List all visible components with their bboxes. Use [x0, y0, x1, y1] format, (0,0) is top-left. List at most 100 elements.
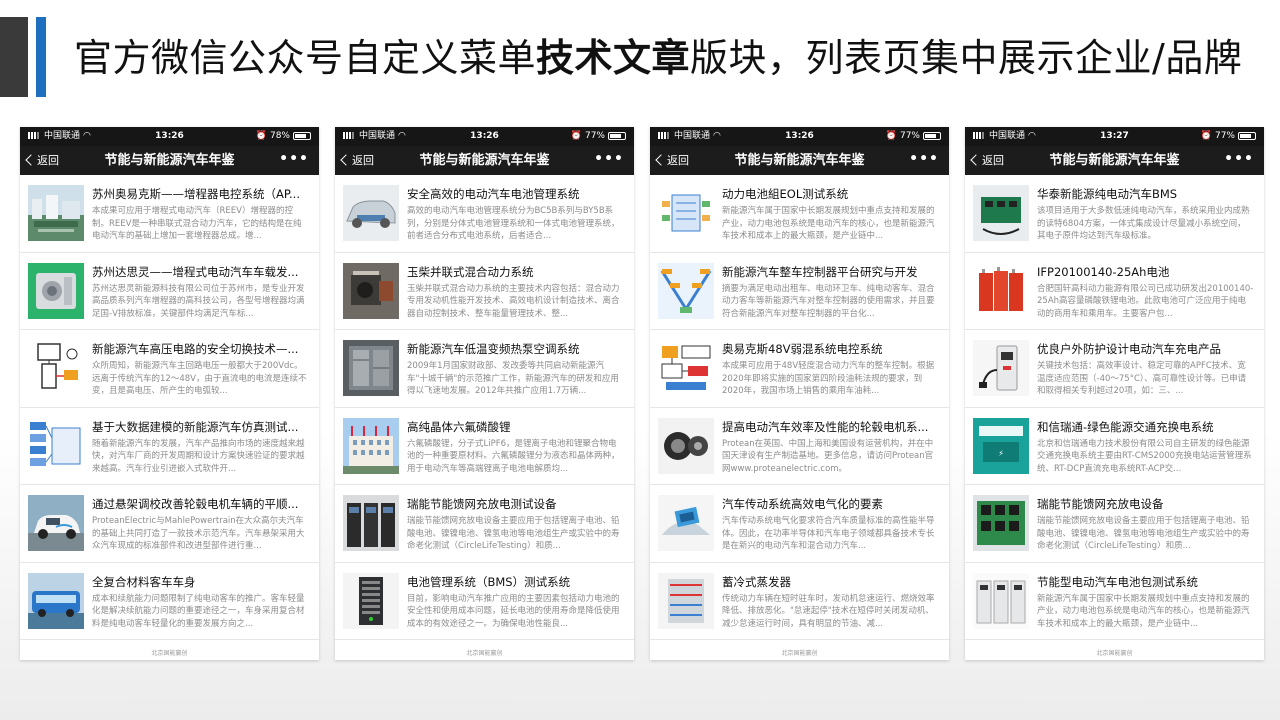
- article-summary: 高效的电动汽车电池管理系统分为BC5B系列与BY5B系列，分别是分体式电池管理系…: [407, 206, 620, 241]
- article-title: 动力电池組EOL测试系统: [722, 187, 849, 201]
- nav-bar: 返回 节能与新能源汽车年鉴 •••: [335, 146, 634, 175]
- article-list-item[interactable]: 瑞能节能馈网充放电设备瑞能节能馈网充放电设备主要应用于包括锂离子电池、铅酸电池、…: [965, 485, 1264, 563]
- article-thumbnail: [973, 495, 1029, 551]
- article-summary: 北京和信瑞通电力技术股份有限公司自主研发的绿色能源交通充换电系统主要由RT-CM…: [1037, 438, 1252, 474]
- article-list-item[interactable]: 瑞能节能馈网充放电测试设备瑞能节能馈网充放电设备主要应用于包括锂离子电池、铅酸电…: [335, 485, 634, 563]
- article-thumbnail: [343, 572, 399, 629]
- article-thumbnail: [343, 417, 399, 474]
- nav-title: 节能与新能源汽车年鉴: [104, 153, 235, 168]
- article-list-item[interactable]: 电池管理系统（BMS）测试系统 目前，影响电动汽车推广应用的主要因素包括动力电池的…: [335, 563, 634, 640]
- article-summary: 随着新能源汽车的发展，汽车产品推向市场的速度越来越快，对汽车厂商的开发周期和设计…: [92, 438, 305, 474]
- article-thumbnail: [658, 417, 714, 474]
- article-list-item[interactable]: 安全高效的电动汽车电池管理系统高效的电动汽车电池管理系统分为BC5B系列与BY5…: [335, 175, 634, 253]
- article-summary: Protean在英国、中国上海和美国设有运营机构，并在中国天津设有生产制造基地。…: [722, 438, 934, 474]
- article-list-item[interactable]: 新能源汽车高压电路的安全切换技术—... 众所周知，新能源汽车主回路电压一般都大于…: [20, 330, 319, 408]
- more-menu-icon[interactable]: •••: [1224, 146, 1254, 173]
- nav-bar: 返回 节能与新能源汽车年鉴 •••: [965, 146, 1264, 175]
- battery-icon: [293, 131, 311, 140]
- article-title: 节能型电动汽车电池包测试系统: [1037, 574, 1198, 589]
- article-title: 电池管理系统（BMS）测试系统: [407, 574, 571, 589]
- article-thumbnail: [973, 185, 1029, 241]
- article-list-item[interactable]: 基于大数据建模的新能源汽车仿真测试... 随着新能源汽车的发展，汽车产品推向市场的…: [20, 408, 319, 485]
- battery-icon: [608, 131, 626, 140]
- status-right: ⏰ 77%: [571, 127, 626, 146]
- alarm-icon: ⏰: [570, 131, 583, 141]
- nav-bar: 返回 节能与新能源汽车年鉴 •••: [20, 146, 319, 175]
- phone-screenshot-2: 中国联通 ◠ 13:26 ⏰ 77% 返回 节能与新能源汽车年鉴 ••• 安全高效的电动汽车电…: [335, 127, 634, 660]
- article-list-item[interactable]: 提高电动汽车效率及性能的轮毂电机系... Protean在英国、中国上海和美国设有…: [650, 408, 949, 485]
- article-thumbnail: [973, 340, 1029, 396]
- article-summary: 合肥国轩高科动力能源有限公司已成功研发出20100140-25Ah高容量磷酸铁锂…: [1037, 283, 1254, 319]
- more-menu-icon[interactable]: •••: [594, 146, 624, 173]
- article-list-item[interactable]: 新能源汽车整车控制器平台研究与开发 摘要为满足电动出租车、电动环卫车、纯电动客车、…: [650, 253, 949, 330]
- article-thumbnail: [28, 417, 84, 474]
- article-list-item[interactable]: 全复合材料客车车身 成本和续航能力问题限制了纯电动客车的推广。客车轻量化是解决续航…: [20, 563, 319, 640]
- article-list-item[interactable]: ⚡ 和信瑞通-绿色能源交通充换电系统 北京和信瑞通电力技术股份有限公司自主研发的绿色…: [965, 408, 1264, 485]
- article-list-item[interactable]: 奥易克斯48V弱混系统电控系统 本成果可应用于48V轻度混合动力汽车的整车控制。根…: [650, 330, 949, 408]
- article-summary: 瑞能节能馈网充放电设备主要应用于包括锂离子电池、铅酸电池、镍镍电池、镍氢电池等电…: [407, 516, 620, 551]
- article-summary: 瑞能节能馈网充放电设备主要应用于包括锂离子电池、铅酸电池、镍镍电池、镍氢电池等电…: [1037, 516, 1250, 551]
- more-menu-icon[interactable]: •••: [279, 146, 309, 173]
- status-right: ⏰ 77%: [886, 127, 941, 146]
- article-title: 瑞能节能馈网充放电设备: [1037, 497, 1164, 511]
- status-right: ⏰ 78%: [256, 127, 311, 146]
- status-bar: 中国联通 ◠ 13:26 ⏰ 78%: [20, 127, 319, 146]
- nav-title: 节能与新能源汽车年鉴: [734, 153, 865, 168]
- phone-screenshot-4: 中国联通 ◠ 13:27 ⏰ 77% 返回 节能与新能源汽车年鉴 ••• 华泰新能源纯电动汽车…: [965, 127, 1264, 660]
- article-title: 提高电动汽车效率及性能的轮毂电机系...: [722, 419, 929, 434]
- article-list-item[interactable]: 玉柴并联式混合动力系统 玉柴并联式混合动力系统的主要技术内容包括：混合动力专用发动…: [335, 253, 634, 330]
- article-thumbnail: [658, 185, 714, 241]
- article-thumbnail: [658, 340, 714, 396]
- article-thumbnail: [28, 262, 84, 319]
- article-title: 基于大数据建模的新能源汽车仿真测试...: [92, 419, 299, 434]
- status-bar: 中国联通 ◠ 13:27 ⏰ 77%: [965, 127, 1264, 146]
- article-summary: 成本和续航能力问题限制了纯电动客车的推广。客车轻量化是解决续航能力问题的重要途径…: [92, 593, 305, 629]
- article-title: 瑞能节能馈网充放电测试设备: [407, 497, 557, 511]
- article-summary: 该项目适用于大多数低速纯电动汽车，系统采用业内成熟的读特6804方案，一体式集成…: [1037, 206, 1250, 241]
- nav-bar: 返回 节能与新能源汽车年鉴 •••: [650, 146, 949, 175]
- article-title: 新能源汽车低温变频热泵空调系统: [407, 342, 580, 356]
- article-list-item[interactable]: 汽车传动系统高效电气化的要素 汽车传动系统电气化要求符合汽车质量标准的高性能半导体…: [650, 485, 949, 563]
- article-list-item[interactable]: 通过悬架调校改善轮毂电机车辆的平顺... ProteanElectric与Mahl…: [20, 485, 319, 563]
- article-list-item[interactable]: 苏州奥易克斯——增程器电控系统（AP... 本成果可应用于增程式电动汽车（REEV…: [20, 175, 319, 253]
- article-list-item[interactable]: 节能型电动汽车电池包测试系统新能源汽车属于国家中长期发展规划中重点支持和发展的产…: [965, 563, 1264, 640]
- article-title: 新能源汽车整车控制器平台研究与开发: [722, 264, 918, 279]
- article-thumbnail: [343, 495, 399, 551]
- article-title: IFP20100140-25Ah电池: [1037, 264, 1170, 279]
- slide-title-suffix: 版块，列表页集中展示企业/品牌: [690, 36, 1243, 80]
- article-title: 奥易克斯48V弱混系统电控系统: [722, 342, 883, 356]
- article-list-item[interactable]: 蓄冷式蒸发器 传统动力车辆在短时驻车时，发动机怠速运行、燃烧效率降低、排放恶化。"…: [650, 563, 949, 640]
- article-list: 安全高效的电动汽车电池管理系统高效的电动汽车电池管理系统分为BC5B系列与BY5…: [335, 175, 634, 640]
- footer-watermark: 北京国能赢创: [151, 650, 188, 657]
- article-thumbnail: [28, 185, 84, 241]
- article-list-item[interactable]: IFP20100140-25Ah电池合肥国轩高科动力能源有限公司已成功研发出20…: [965, 253, 1264, 330]
- svg-text:⚡: ⚡: [998, 449, 1004, 458]
- phone-screenshot-3: 中国联通 ◠ 13:26 ⏰ 77% 返回 节能与新能源汽车年鉴 ••• 动力电池組EOL测试…: [650, 127, 949, 660]
- article-list-item[interactable]: 新能源汽车低温变频热泵空调系统 2009年1月国家财政部、发改委等共同启动新能源汽…: [335, 330, 634, 408]
- article-title: 安全高效的电动汽车电池管理系统: [407, 187, 580, 201]
- article-thumbnail: [343, 185, 399, 241]
- article-thumbnail: [343, 340, 399, 396]
- more-menu-icon[interactable]: •••: [909, 146, 939, 173]
- article-list-item[interactable]: 优良户外防护设计电动汽车充电产品 关键技术包括：高效率设计、稳定可靠的APFC技术…: [965, 330, 1264, 408]
- title-accent-bars: [0, 17, 48, 97]
- article-summary: 新能源汽车属于国家中长期发展规划中重点支持和发展的产业，动力电池包系统是电动汽车…: [1037, 593, 1250, 629]
- article-list-item[interactable]: 华泰新能源纯电动汽车BMS 该项目适用于大多数低速纯电动汽车，系统采用业内成熟的读…: [965, 175, 1264, 253]
- battery-percent: 78%: [269, 131, 290, 141]
- article-title: 新能源汽车高压电路的安全切换技术—...: [92, 342, 299, 356]
- article-list: 华泰新能源纯电动汽车BMS 该项目适用于大多数低速纯电动汽车，系统采用业内成熟的读…: [965, 175, 1264, 640]
- article-summary: 玉柴并联式混合动力系统的主要技术内容包括：混合动力专用发动机性能开发技术、高效电…: [407, 283, 620, 319]
- article-thumbnail: [973, 262, 1029, 319]
- footer-watermark: 北京国能赢创: [781, 650, 818, 657]
- article-list-item[interactable]: 高纯晶体六氟磷酸锂 六氟磷酸锂，分子式LiPF6，是锂离子电池和锂聚合物电池的一种…: [335, 408, 634, 485]
- article-list-item[interactable]: 动力电池組EOL测试系统 新能源汽车属于国家中长期发展规划中重点支持和发展的产业，…: [650, 175, 949, 253]
- accent-bar-blue: [36, 17, 46, 97]
- article-thumbnail: [343, 262, 399, 319]
- article-summary: 汽车传动系统电气化要求符合汽车质量标准的高性能半导体。因此，在功率半导体和汽车电…: [722, 516, 935, 551]
- article-title: 苏州达思灵——增程式电动汽车车载发...: [92, 264, 299, 279]
- article-list: 苏州奥易克斯——增程器电控系统（AP... 本成果可应用于增程式电动汽车（REEV…: [20, 175, 319, 640]
- article-list-item[interactable]: 苏州达思灵——增程式电动汽车车载发... 苏州达思灵新能源科技有限公司位于苏州市，…: [20, 253, 319, 330]
- article-title: 通过悬架调校改善轮毂电机车辆的平顺...: [92, 497, 299, 511]
- article-summary: 关键技术包括：高效率设计、稳定可靠的APFC技术、宽温度适应范围（-40～75°…: [1037, 361, 1247, 396]
- alarm-icon: ⏰: [885, 131, 898, 141]
